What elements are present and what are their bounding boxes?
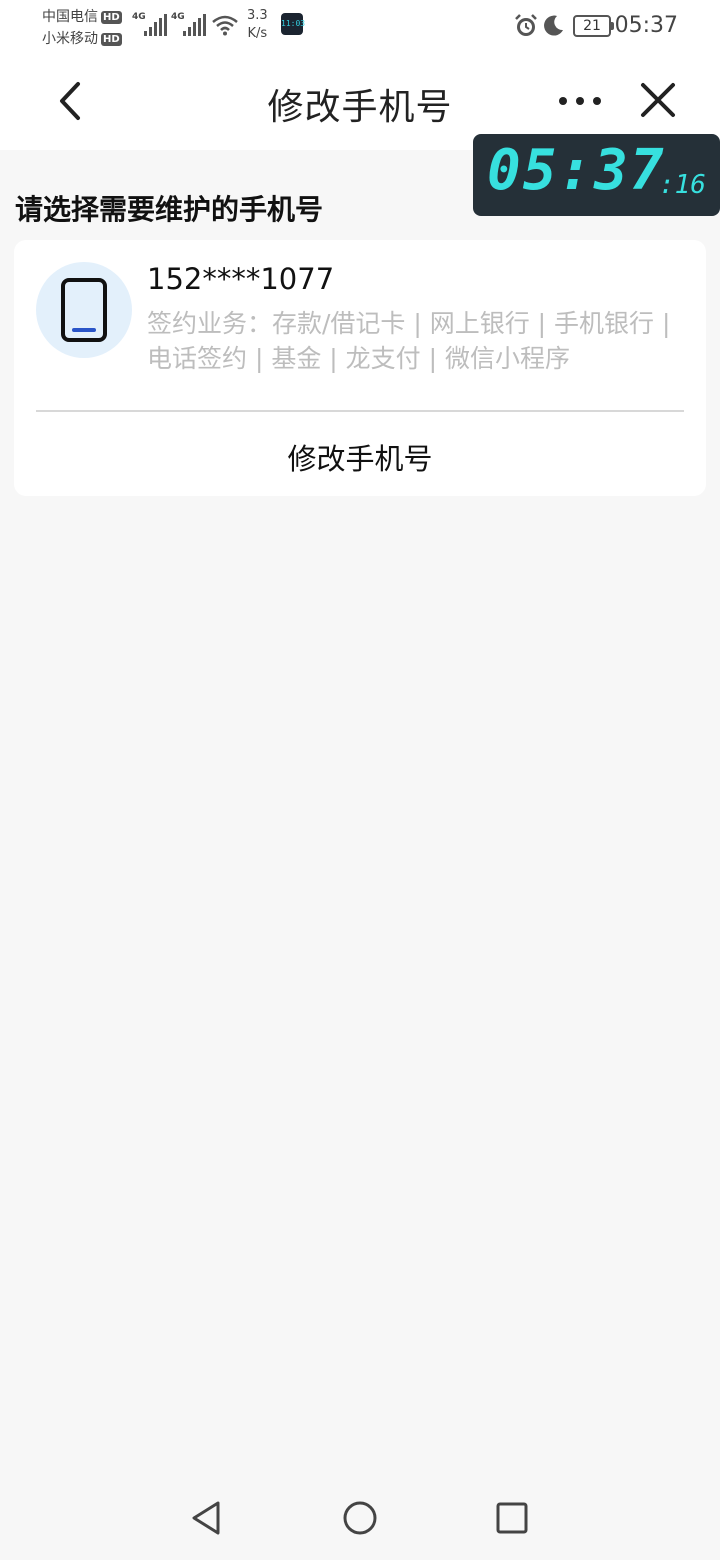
alarm-icon (515, 14, 537, 36)
carrier-2: 小米移动 HD (42, 28, 122, 48)
modify-phone-button[interactable]: 修改手机号 (14, 436, 706, 478)
phone-number: 152****1077 (147, 262, 335, 296)
nav-home-circle-icon[interactable] (342, 1500, 378, 1536)
clock-seconds-value: 16 (674, 170, 706, 200)
phone-card: 152****1077 签约业务：存款/借记卡 | 网上银行 | 手机银行 | … (14, 240, 706, 496)
status-bar: 中国电信 HD 小米移动 HD 4G 4G 3.3 K/s 11:03 21 05:… (0, 0, 720, 52)
hd-badge: HD (101, 11, 122, 24)
do-not-disturb-moon-icon (544, 15, 563, 36)
nav-recents-square-icon[interactable] (494, 1500, 530, 1536)
status-time: 05:37 (614, 13, 678, 38)
hd-badge: HD (101, 33, 122, 46)
card-divider (36, 410, 684, 412)
battery-level: 21 (583, 18, 601, 34)
speed-unit: K/s (247, 26, 268, 41)
clock-app-icon: 11:03 (281, 13, 305, 35)
section-title: 请选择需要维护的手机号 (15, 193, 324, 226)
page-title: 修改手机号 (267, 87, 453, 128)
mobile-phone-icon (61, 278, 107, 342)
battery-icon: 21 (573, 15, 614, 37)
signed-services: 签约业务：存款/借记卡 | 网上银行 | 手机银行 | 电话签约 | 基金 | … (147, 309, 671, 373)
carrier-2-label: 小米移动 (42, 31, 98, 47)
speed-value: 3.3 (247, 8, 268, 23)
more-options-icon[interactable] (558, 94, 602, 108)
carrier-1-label: 中国电信 (42, 9, 98, 25)
network-speed: 3.3 K/s (247, 7, 268, 43)
phone-avatar (36, 262, 132, 358)
wifi-icon (212, 15, 238, 36)
clock-seconds: :16 (659, 170, 706, 200)
system-nav-bar (0, 1476, 720, 1560)
close-icon[interactable] (640, 82, 676, 118)
clock-hours-minutes: 05:37 (487, 138, 666, 203)
carrier-1: 中国电信 HD (42, 6, 122, 26)
nav-back-triangle-icon[interactable] (188, 1500, 224, 1536)
floating-clock-widget[interactable]: 05:37 :16 (473, 134, 720, 216)
